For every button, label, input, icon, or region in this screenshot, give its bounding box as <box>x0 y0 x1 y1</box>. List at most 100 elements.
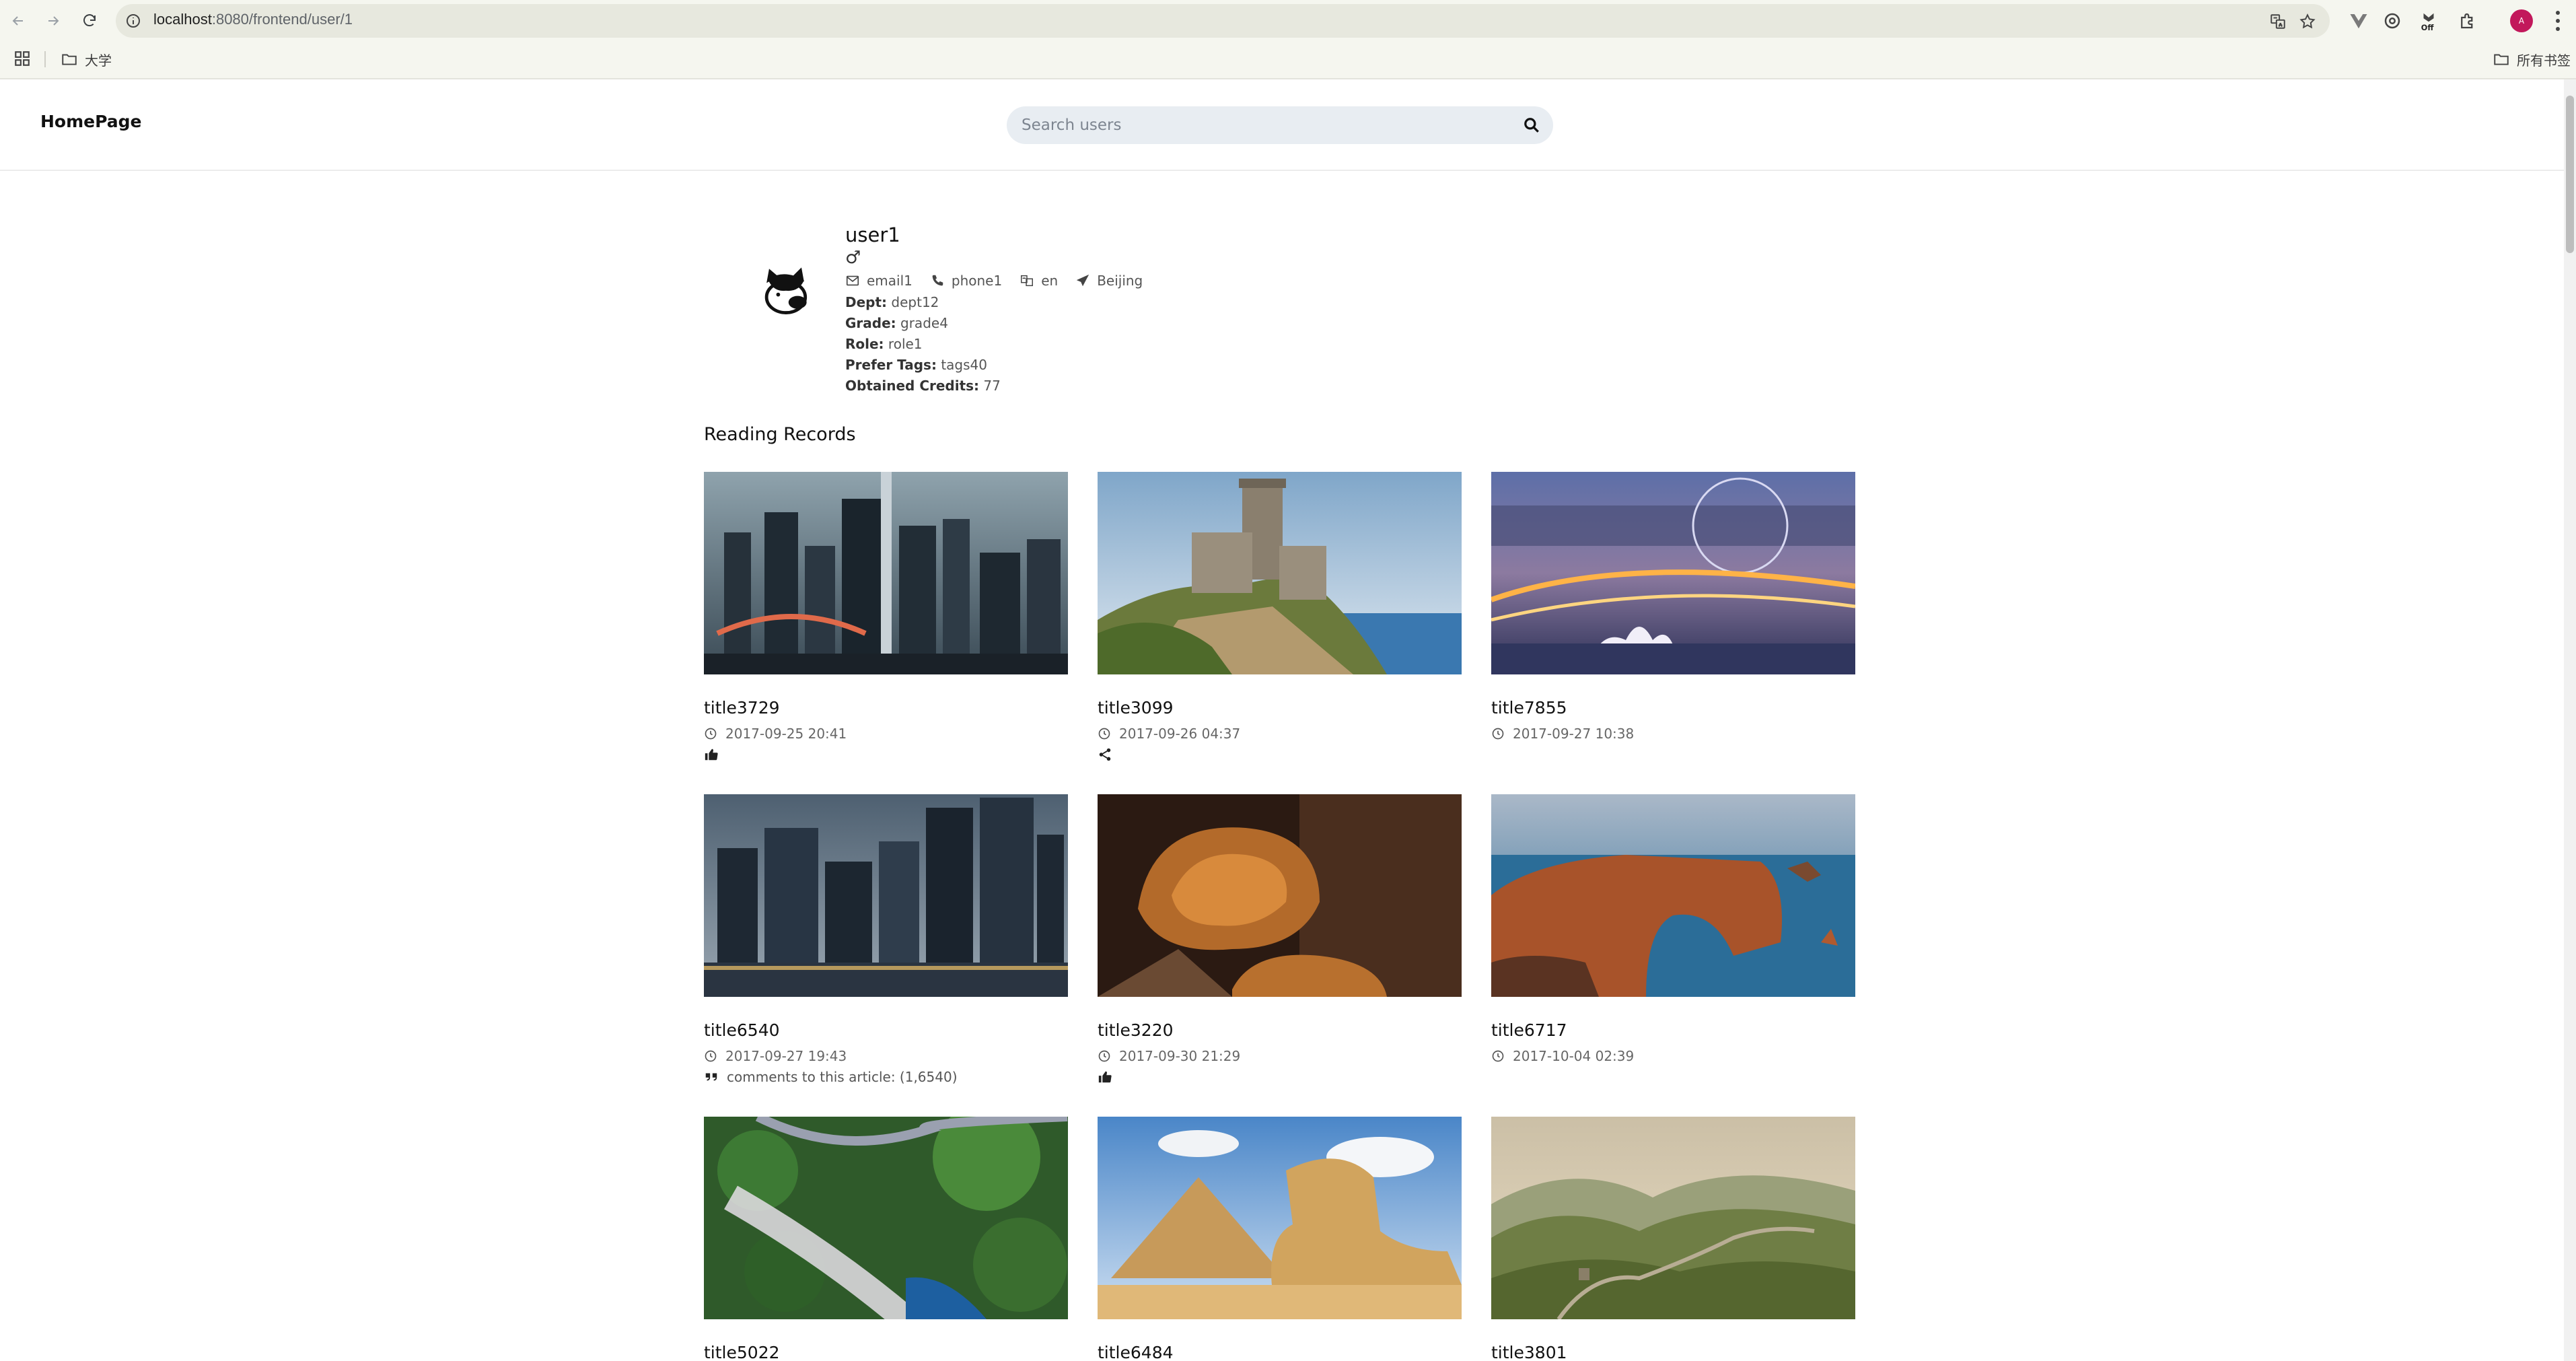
gender-male-icon: ♂ <box>845 248 861 268</box>
record-title[interactable]: title3220 <box>1098 1020 1462 1041</box>
location-text: Beijing <box>1097 273 1143 289</box>
record-card[interactable]: title3801 <box>1491 1117 1855 1361</box>
address-bar[interactable]: localhost:8080/frontend/user/1 <box>116 4 2330 38</box>
record-image-castle[interactable] <box>1098 472 1462 674</box>
clock-icon <box>1098 728 1110 740</box>
paper-plane-icon <box>1077 274 1089 287</box>
record-image-croissants[interactable] <box>1098 794 1462 997</box>
record-image-great-wall[interactable] <box>1491 1117 1855 1319</box>
user-profile: user1 ♂ email1 phone1 en Beijing Dept: d… <box>704 215 1861 397</box>
bookmark-folder-daxue[interactable]: 大学 <box>61 50 112 69</box>
profile-info: user1 ♂ email1 phone1 en Beijing Dept: d… <box>845 222 1653 396</box>
record-date: 2017-09-26 04:37 <box>1098 726 1462 742</box>
record-card[interactable]: title3099 2017-09-26 04:37 <box>1098 472 1462 763</box>
profile-dept: Dept: dept12 <box>845 292 1653 313</box>
record-action <box>1098 746 1462 763</box>
page-scrollbar[interactable] <box>2564 79 2576 1361</box>
record-card[interactable]: title6717 2017-10-04 02:39 <box>1491 794 1855 1064</box>
profile-role: Role: role1 <box>845 334 1653 355</box>
thumbs-up-icon <box>705 748 718 761</box>
record-action: comments to this article: (1,6540) <box>704 1068 1068 1086</box>
bookmarks-bar: 大学 所有书签 <box>0 44 2576 74</box>
record-image-city-night[interactable] <box>1491 472 1855 674</box>
record-card[interactable]: title5022 <box>704 1117 1068 1361</box>
forward-icon[interactable] <box>42 9 65 32</box>
clock-icon <box>705 1050 717 1062</box>
record-action-text: comments to this article: (1,6540) <box>727 1069 958 1085</box>
record-card[interactable]: title7855 2017-09-27 10:38 <box>1491 472 1855 742</box>
homepage-link[interactable]: HomePage <box>40 112 141 131</box>
scrollbar-thumb[interactable] <box>2566 96 2574 253</box>
record-card[interactable]: title6484 <box>1098 1117 1462 1361</box>
record-title[interactable]: title5022 <box>704 1342 1068 1361</box>
search-input[interactable] <box>1022 106 1506 144</box>
reload-icon[interactable] <box>78 9 101 32</box>
email-text: email1 <box>867 273 913 289</box>
url-text: localhost:8080/frontend/user/1 <box>153 11 353 28</box>
site-info-icon[interactable] <box>125 13 141 29</box>
record-title[interactable]: title6484 <box>1098 1342 1462 1361</box>
record-date: 2017-10-04 02:39 <box>1491 1048 1855 1064</box>
bookmark-label: 所有书签 <box>2517 52 2571 69</box>
site-header: HomePage <box>0 79 2564 171</box>
field-label: Prefer Tags: <box>845 357 937 373</box>
url-path: :8080/frontend/user/1 <box>211 11 353 28</box>
clock-icon <box>705 728 717 740</box>
contact-email: email1 <box>845 273 913 289</box>
record-card[interactable]: title3220 2017-09-30 21:29 <box>1098 794 1462 1086</box>
record-title[interactable]: title6540 <box>704 1020 1068 1041</box>
record-title[interactable]: title3801 <box>1491 1342 1855 1361</box>
envelope-icon <box>846 275 859 286</box>
record-date-text: 2017-09-27 10:38 <box>1513 726 1635 742</box>
field-label: Dept: <box>845 294 888 310</box>
address-bar-row: localhost:8080/frontend/user/1 Off A <box>0 0 2576 42</box>
back-icon[interactable] <box>7 9 30 32</box>
browser-chrome: localhost:8080/frontend/user/1 Off A 大学 … <box>0 0 2576 79</box>
record-card[interactable]: title3729 2017-09-25 20:41 <box>704 472 1068 763</box>
record-image-city-skyline[interactable] <box>704 472 1068 674</box>
contact-row: email1 phone1 en Beijing <box>845 269 1653 292</box>
record-date-text: 2017-09-25 20:41 <box>725 726 847 742</box>
record-title[interactable]: title7855 <box>1491 697 1855 719</box>
thumbs-up-icon <box>1098 1071 1112 1083</box>
profile-prefer-tags: Prefer Tags: tags40 <box>845 355 1653 376</box>
record-image-sphinx[interactable] <box>1098 1117 1462 1319</box>
extensions-puzzle-icon[interactable] <box>2458 11 2478 31</box>
search-icon[interactable] <box>1521 114 1542 136</box>
bookmark-star-icon[interactable] <box>2299 13 2316 30</box>
svg-text:Off: Off <box>2421 24 2435 31</box>
record-image-sea-arch[interactable] <box>1491 794 1855 997</box>
profile-grade: Grade: grade4 <box>845 313 1653 334</box>
record-date-text: 2017-09-27 19:43 <box>725 1048 847 1064</box>
phone-icon <box>932 275 943 286</box>
field-label: Role: <box>845 336 884 352</box>
contact-language: en <box>1019 273 1058 289</box>
extension-off-icon[interactable]: Off <box>2419 11 2439 31</box>
record-image-aerial-forest[interactable] <box>704 1117 1068 1319</box>
record-title[interactable]: title6717 <box>1491 1020 1855 1041</box>
contact-location: Beijing <box>1075 273 1143 289</box>
record-date: 2017-09-25 20:41 <box>704 726 1068 742</box>
field-value: 77 <box>983 378 1001 394</box>
clock-icon <box>1492 728 1504 740</box>
profile-avatar-icon[interactable]: A <box>2510 9 2533 32</box>
record-image-skyscrapers[interactable] <box>704 794 1068 997</box>
cat-avatar-icon <box>764 267 808 314</box>
apps-grid-icon[interactable] <box>13 50 31 67</box>
bookmark-folder-all[interactable]: 所有书签 <box>2493 50 2571 69</box>
browser-menu-icon[interactable] <box>2554 11 2562 31</box>
translate-icon[interactable] <box>2269 13 2287 30</box>
record-title[interactable]: title3729 <box>704 697 1068 719</box>
record-action <box>704 746 1068 763</box>
reading-records-heading: Reading Records <box>704 424 856 445</box>
extension-vue-icon[interactable] <box>2349 11 2369 31</box>
record-title[interactable]: title3099 <box>1098 697 1462 719</box>
extension-chat-icon[interactable] <box>2382 11 2402 31</box>
clock-icon <box>1492 1050 1504 1062</box>
contact-phone: phone1 <box>930 273 1002 289</box>
field-value: grade4 <box>900 315 948 331</box>
record-card[interactable]: title6540 2017-09-27 19:43 comments to t… <box>704 794 1068 1086</box>
share-icon <box>1099 748 1111 761</box>
field-value: tags40 <box>941 357 987 373</box>
record-date: 2017-09-27 10:38 <box>1491 726 1855 742</box>
